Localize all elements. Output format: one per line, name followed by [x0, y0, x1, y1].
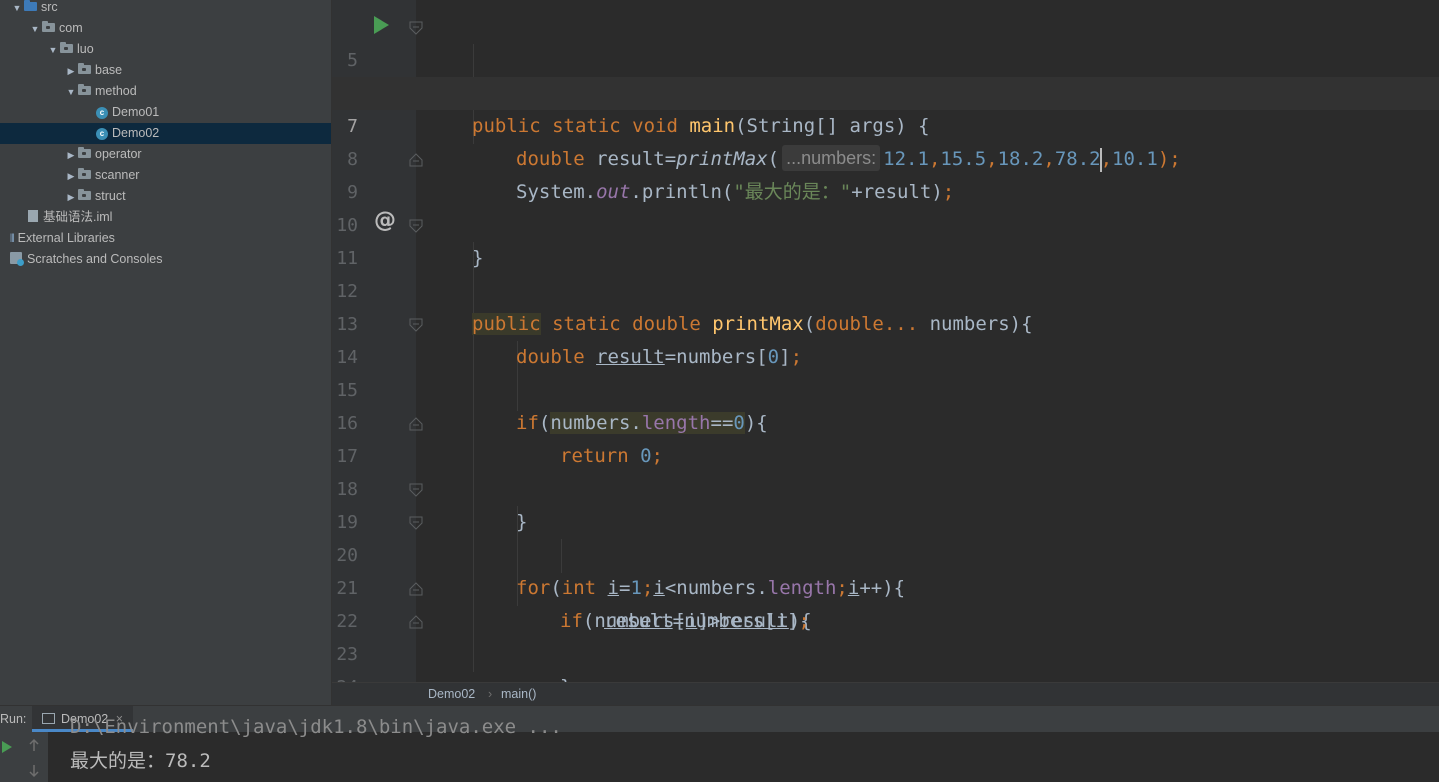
rerun-icon[interactable]: [1, 740, 13, 754]
code-line-11[interactable]: 11 public static double printMax(double.…: [332, 209, 1439, 335]
java-class-icon: c: [96, 107, 108, 119]
code-line-22[interactable]: 22 }: [332, 572, 1439, 682]
chevron-right-icon[interactable]: ▶: [64, 187, 78, 208]
chevron-down-icon[interactable]: ▼: [10, 0, 24, 19]
fold-close-icon[interactable]: [409, 417, 423, 431]
code-line-23[interactable]: 23 }: [332, 605, 1439, 665]
tree-item-label: base: [95, 63, 123, 77]
fold-close-icon[interactable]: [409, 582, 423, 596]
console-toolbar: [0, 732, 48, 782]
code-line-9[interactable]: 9 }: [332, 143, 1439, 269]
tree-item-demo01[interactable]: c Demo01: [0, 102, 159, 123]
package-icon: [78, 189, 91, 200]
project-tree[interactable]: ▼ src ▼ com ▼ luo ▶ base ▼ method c Demo01 c Demo02 ▶ o…: [0, 0, 332, 705]
code-line-24[interactable]: 24 return result;: [332, 638, 1439, 682]
code-line-19[interactable]: 19 for(int i=1;i<numbers.length;i++){: [332, 473, 1439, 599]
package-icon: [78, 84, 91, 95]
chevron-down-icon[interactable]: ▼: [28, 19, 42, 40]
arrow-up-icon[interactable]: [28, 738, 40, 752]
code-line-17[interactable]: 17 }: [332, 407, 1439, 533]
tree-item-label: method: [95, 84, 137, 98]
tree-item-label: src: [41, 0, 58, 14]
tree-item-src[interactable]: ▼ src: [0, 0, 58, 18]
code-line-18[interactable]: 18: [332, 440, 1439, 500]
tree-item-base[interactable]: ▶ base: [0, 60, 122, 81]
breadcrumb: Demo02 › main(): [332, 682, 1439, 706]
fold-open-icon[interactable]: [409, 318, 423, 332]
code-line-13[interactable]: 13 double result=numbers[0];: [332, 275, 1439, 368]
run-label: Run:: [0, 712, 27, 726]
code-line-16[interactable]: 16 return 0;: [332, 374, 1439, 467]
breadcrumb-method[interactable]: main(): [501, 683, 536, 706]
fold-close-icon[interactable]: [409, 615, 423, 629]
breadcrumb-class[interactable]: Demo02: [428, 683, 475, 706]
fold-open-icon[interactable]: [409, 219, 423, 233]
tree-item-label: 基础语法.iml: [43, 210, 113, 224]
console-icon: [42, 713, 55, 724]
fold-open-icon[interactable]: [409, 483, 423, 497]
tree-item-label: Scratches and Consoles: [27, 252, 163, 266]
package-icon: [60, 42, 73, 53]
package-icon: [78, 147, 91, 158]
tree-item-com[interactable]: ▼ com: [0, 18, 83, 39]
code-line-6[interactable]: 6: [332, 44, 1439, 104]
tree-item-struct[interactable]: ▶ struct: [0, 186, 126, 207]
code-line-15[interactable]: 15: [332, 341, 1439, 401]
tree-item-label: Demo02: [112, 126, 160, 140]
chevron-right-icon[interactable]: ▶: [64, 166, 78, 187]
tree-item-label: luo: [77, 42, 94, 56]
chevron-down-icon[interactable]: ▼: [46, 40, 60, 61]
fold-open-icon[interactable]: [409, 516, 423, 530]
console-command-line: D:\Environment\java\jdk1.8\bin\java.exe …: [70, 716, 562, 738]
code-editor[interactable]: @ 5 public static void main(String[] arg…: [332, 0, 1439, 682]
chevron-right-icon[interactable]: ▶: [64, 61, 78, 82]
tree-item-method[interactable]: ▼ method: [0, 81, 137, 102]
code-line-21[interactable]: 21 result=numbers[i];: [332, 539, 1439, 632]
tree-item-scanner[interactable]: ▶ scanner: [0, 165, 139, 186]
code-line-12[interactable]: 12: [332, 242, 1439, 302]
package-icon: [78, 168, 91, 179]
code-line-8[interactable]: 8 System.out.println("最大的是："+result);: [332, 110, 1439, 203]
tree-item-label: operator: [95, 147, 142, 161]
breadcrumb-separator: ›: [488, 687, 493, 701]
tree-item-label: struct: [95, 189, 126, 203]
tree-item-external-libraries[interactable]: ⫴ External Libraries: [0, 228, 115, 249]
libraries-icon: ⫴: [10, 233, 15, 245]
tree-item-scratches-and-consoles[interactable]: Scratches and Consoles: [0, 249, 163, 270]
code-line-10[interactable]: 10: [332, 176, 1439, 236]
tree-item-基础语法-iml[interactable]: 基础语法.iml: [0, 207, 112, 228]
chevron-down-icon[interactable]: ▼: [64, 82, 78, 103]
source-folder-icon: [24, 0, 37, 11]
run-console[interactable]: D:\Environment\java\jdk1.8\bin\java.exe …: [0, 716, 1439, 782]
scratches-icon: [10, 252, 24, 266]
tree-item-label: com: [59, 21, 83, 35]
package-icon: [78, 63, 91, 74]
fold-open-icon[interactable]: [409, 21, 423, 35]
chevron-right-icon[interactable]: ▶: [64, 145, 78, 166]
console-output-line: 最大的是：78.2: [70, 750, 211, 772]
arrow-down-icon[interactable]: [28, 764, 40, 778]
tree-item-label: External Libraries: [17, 231, 115, 245]
java-class-icon: c: [96, 128, 108, 140]
tree-item-operator[interactable]: ▶ operator: [0, 144, 142, 165]
code-line-7[interactable]: 7 double result=printMax(...numbers: 12.1…: [332, 77, 1439, 172]
code-line-14[interactable]: 14 if(numbers.length==0){: [332, 308, 1439, 434]
module-file-icon: [28, 210, 38, 222]
tree-item-label: scanner: [95, 168, 140, 182]
code-line-5[interactable]: 5 public static void main(String[] args)…: [332, 11, 1439, 137]
tree-item-label: Demo01: [112, 105, 160, 119]
tree-item-demo02[interactable]: c Demo02: [0, 123, 331, 144]
line-number: 24: [332, 671, 358, 682]
code-line-20[interactable]: 20 if(numbers[i]>result){: [332, 506, 1439, 632]
package-icon: [42, 21, 55, 32]
fold-close-icon[interactable]: [409, 153, 423, 167]
tree-item-luo[interactable]: ▼ luo: [0, 39, 94, 60]
